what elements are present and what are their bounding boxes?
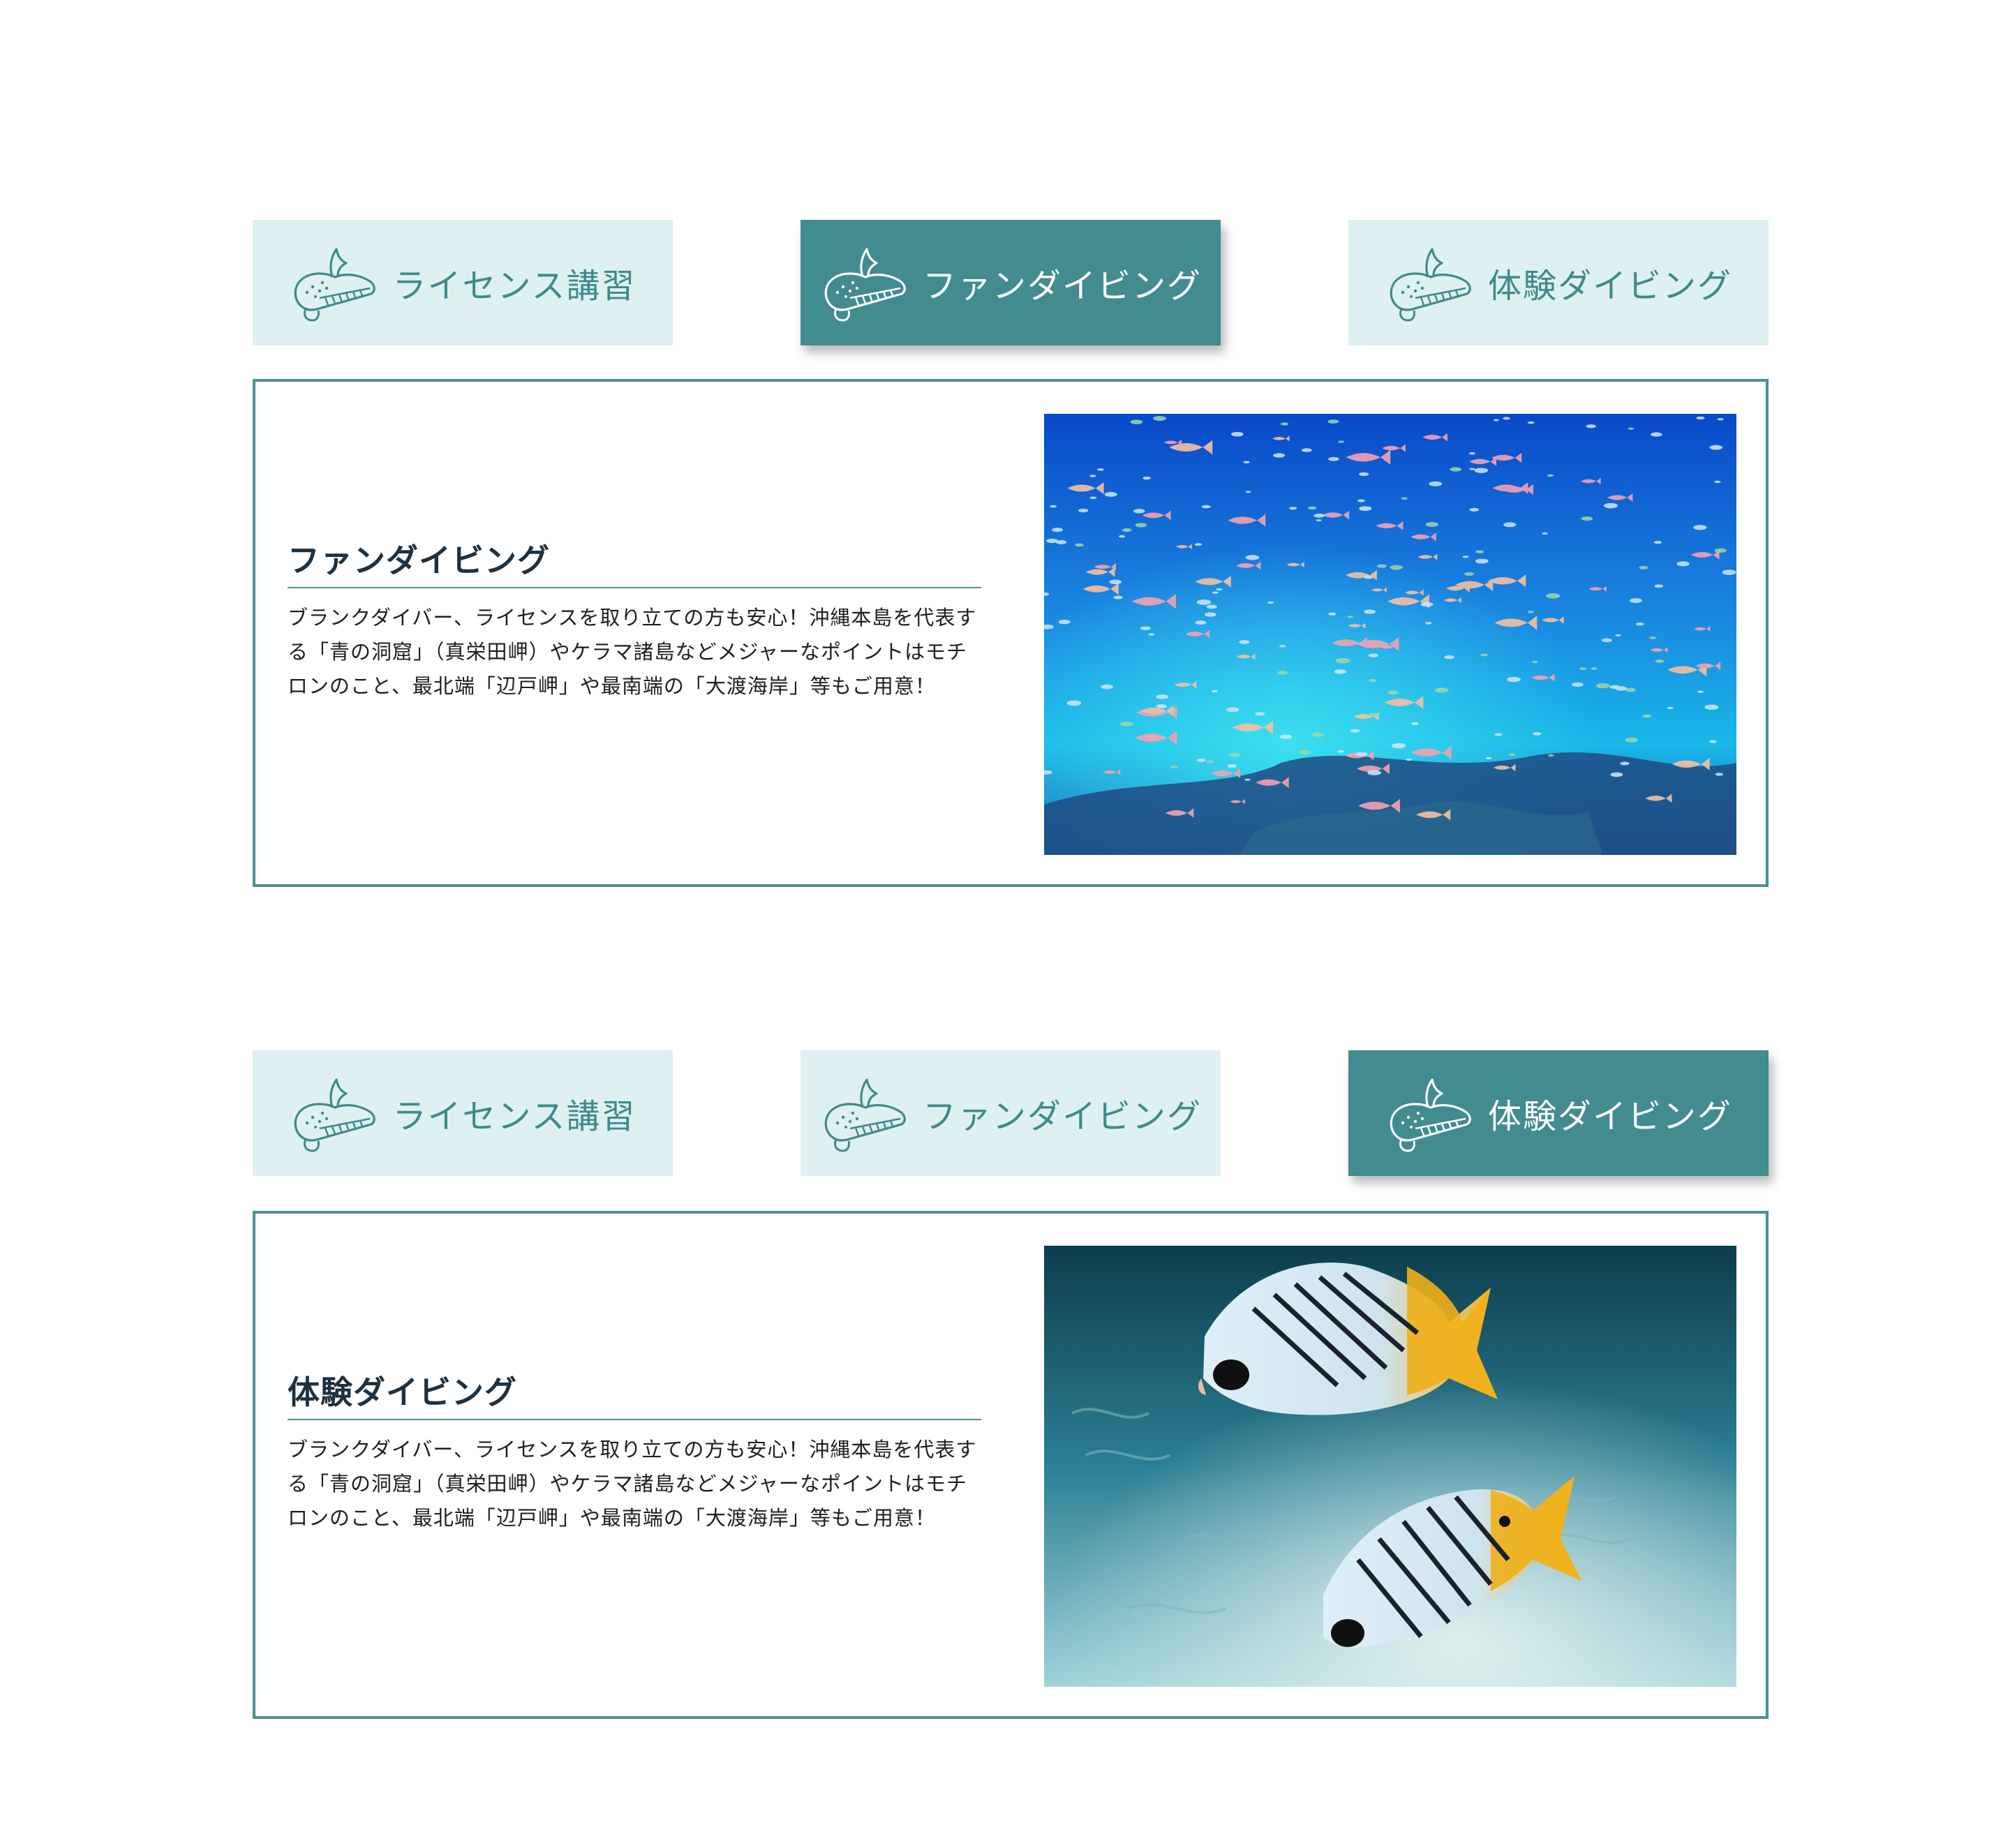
- tab-label: 体験ダイビング: [1487, 1097, 1732, 1136]
- tab-label: ライセンス講習: [392, 267, 636, 306]
- panel-description: ブランクダイバー、ライセンスを取り立ての方も安心！沖縄本島を代表する「青の洞窟」…: [288, 606, 977, 698]
- whale-icon: [819, 1073, 910, 1154]
- tab-license-course[interactable]: ライセンス講習: [253, 220, 673, 345]
- panel-title: 体験ダイビング: [288, 1367, 981, 1420]
- tab-bar: ライセンス講習 ファンダイビング 体験ダイビング: [253, 220, 1769, 345]
- school-of-fish-photo: [1044, 414, 1736, 855]
- tab-trial-diving[interactable]: 体験ダイビング: [1348, 220, 1769, 345]
- panel-description: ブランクダイバー、ライセンスを取り立ての方も安心！沖縄本島を代表する「青の洞窟」…: [288, 1438, 977, 1530]
- content-panel: ファンダイビング ブランクダイバー、ライセンスを取り立ての方も安心！沖縄本島を代…: [253, 379, 1769, 887]
- content-panel: 体験ダイビング ブランクダイバー、ライセンスを取り立ての方も安心！沖縄本島を代表…: [253, 1211, 1769, 1719]
- whale-icon: [1385, 242, 1475, 323]
- butterflyfish-photo: [1044, 1246, 1736, 1687]
- tab-fun-diving[interactable]: ファンダイビング: [801, 220, 1221, 345]
- whale-icon: [289, 242, 380, 323]
- tab-label: ファンダイビング: [922, 267, 1202, 306]
- tab-bar: ライセンス講習 ファンダイビング 体験ダイビング: [253, 1050, 1769, 1176]
- whale-icon: [819, 242, 910, 323]
- whale-icon: [289, 1073, 380, 1154]
- tab-license-course[interactable]: ライセンス講習: [253, 1050, 673, 1176]
- whale-icon: [1385, 1073, 1475, 1154]
- panel-text: 体験ダイビング ブランクダイバー、ライセンスを取り立ての方も安心！沖縄本島を代表…: [288, 1367, 981, 1535]
- panel-text: ファンダイビング ブランクダイバー、ライセンスを取り立ての方も安心！沖縄本島を代…: [288, 535, 981, 703]
- tab-fun-diving[interactable]: ファンダイビング: [801, 1050, 1221, 1176]
- tab-trial-diving[interactable]: 体験ダイビング: [1348, 1050, 1769, 1176]
- tab-label: ファンダイビング: [922, 1097, 1202, 1136]
- tab-label: ライセンス講習: [392, 1097, 636, 1136]
- tab-label: 体験ダイビング: [1487, 267, 1732, 306]
- panel-title: ファンダイビング: [288, 535, 981, 588]
